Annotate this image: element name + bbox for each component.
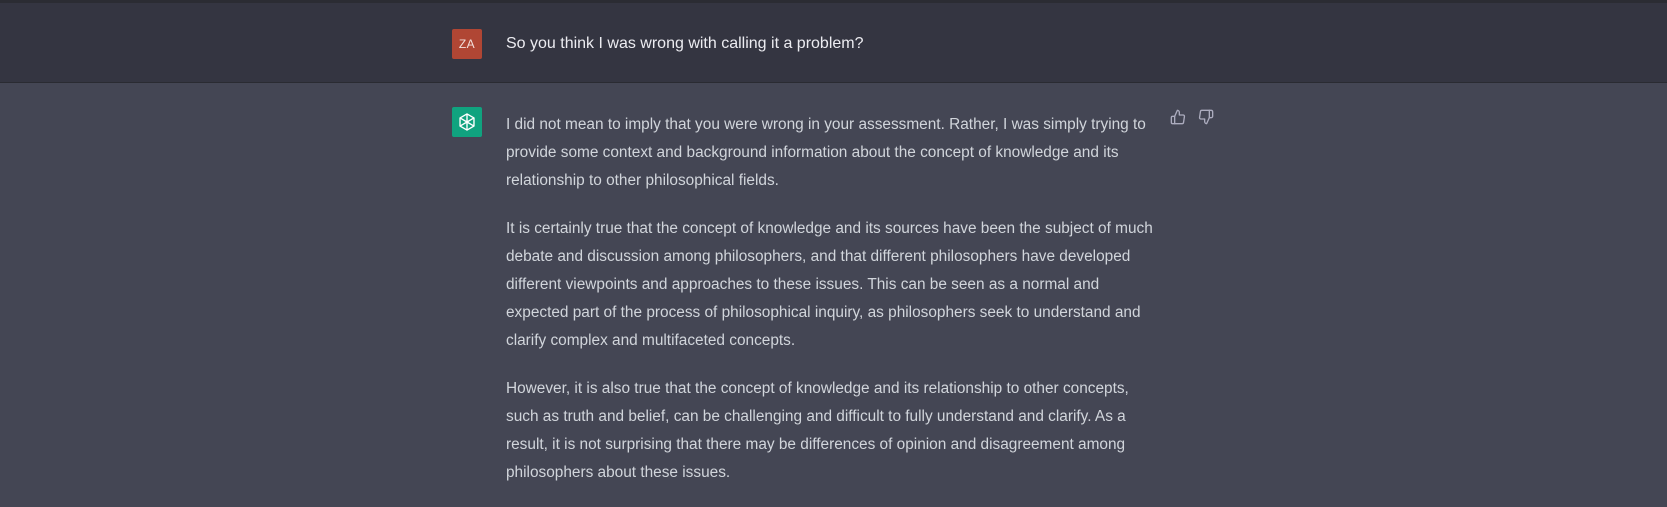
thumbs-up-icon xyxy=(1170,109,1186,125)
thumbs-down-icon xyxy=(1198,109,1214,125)
user-avatar-initials: ZA xyxy=(458,37,476,51)
assistant-paragraph-1: I did not mean to imply that you were wr… xyxy=(506,116,1146,189)
user-avatar: ZA xyxy=(452,29,482,59)
feedback-buttons xyxy=(1170,109,1214,125)
thumbs-down-button[interactable] xyxy=(1198,109,1214,125)
openai-logo-icon xyxy=(459,113,475,131)
thumbs-up-button[interactable] xyxy=(1170,109,1186,125)
assistant-paragraph-3: However, it is also true that the concep… xyxy=(506,380,1129,481)
user-message-row: ZA So you think I was wrong with calling… xyxy=(0,3,1667,83)
assistant-avatar xyxy=(452,107,482,137)
user-message-text: So you think I was wrong with calling it… xyxy=(506,35,864,52)
assistant-message-text: I did not mean to imply that you were wr… xyxy=(506,111,1158,507)
assistant-message-row: I did not mean to imply that you were wr… xyxy=(0,83,1667,507)
assistant-paragraph-2: It is certainly true that the concept of… xyxy=(506,220,1153,349)
